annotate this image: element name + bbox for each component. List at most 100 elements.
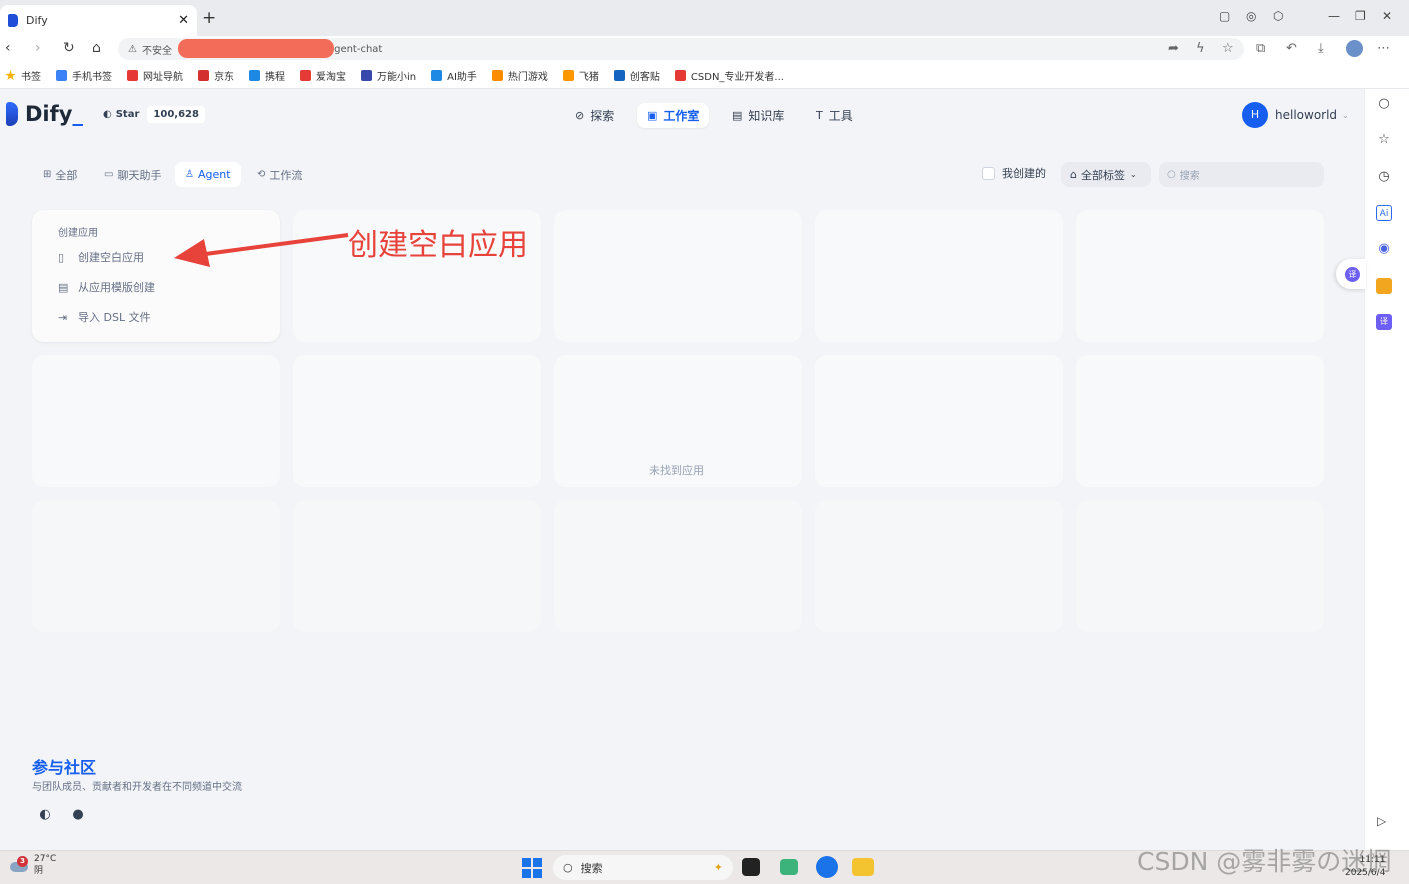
nav-knowledge[interactable]: ▤ 知识库	[722, 103, 794, 128]
bookmark-item[interactable]: 网址导航	[127, 68, 183, 83]
translate-icon: 译	[1345, 267, 1360, 282]
tab-workflow[interactable]: ⟲ 工作流	[247, 162, 312, 187]
import-dsl-button[interactable]: ⇥ 导入 DSL 文件	[58, 308, 280, 326]
create-from-template-button[interactable]: ▤ 从应用模版创建	[58, 278, 280, 296]
home-icon[interactable]: ⌂	[92, 40, 101, 56]
logo-text: Dify	[25, 102, 73, 126]
close-window-button[interactable]: ✕	[1382, 9, 1392, 23]
avatar: H	[1242, 102, 1268, 128]
bookmark-item[interactable]: 携程	[249, 68, 285, 83]
windows-start-button[interactable]	[522, 858, 542, 878]
import-dsl-label: 导入 DSL 文件	[78, 311, 151, 324]
bookmark-item[interactable]: 爱淘宝	[300, 68, 346, 83]
nav-studio[interactable]: ▣ 工作室	[637, 103, 710, 128]
minimize-button[interactable]: —	[1328, 9, 1340, 23]
browser-tab[interactable]: Dify ✕	[0, 5, 197, 36]
reload-icon[interactable]: ↻	[63, 40, 75, 56]
discord-icon[interactable]: ●	[70, 807, 86, 823]
dify-logo[interactable]: Dify _	[6, 102, 83, 126]
nav-knowledge-label: 知识库	[748, 109, 785, 123]
nav-explore-label: 探索	[590, 109, 615, 123]
robot-icon: ▣	[647, 109, 658, 122]
more-menu-icon[interactable]: ⋯	[1377, 41, 1390, 56]
browser-right-sidebar	[1364, 89, 1409, 850]
sidebar-toolbox-icon[interactable]	[1376, 278, 1392, 294]
bookmark-item[interactable]: CSDN_专业开发者...	[674, 68, 784, 83]
bookmark-item[interactable]: 京东	[198, 68, 234, 83]
tab-search-icon[interactable]: ▢	[1219, 9, 1230, 23]
sidebar-ai-icon[interactable]: Ai	[1376, 205, 1392, 221]
bookmark-favicon-icon	[361, 70, 372, 81]
lightning-icon[interactable]: ϟ	[1196, 41, 1205, 56]
chevron-down-icon: ⌄	[1129, 170, 1137, 179]
app-search-input[interactable]: ○ 搜索	[1159, 162, 1324, 187]
tab-agent[interactable]: ♙ Agent	[175, 162, 241, 187]
github-star-button[interactable]: ◐ Star 100,628	[103, 104, 205, 125]
star-bookmark-icon[interactable]: ☆	[1222, 41, 1234, 56]
bookmark-favicon-icon	[249, 70, 260, 81]
taskbar-app-icon[interactable]	[780, 859, 798, 875]
app-card-placeholder	[32, 355, 280, 487]
created-by-me-filter[interactable]: 我创建的	[982, 165, 1046, 181]
app-card-placeholder	[1076, 500, 1324, 632]
account-avatar-icon[interactable]	[1346, 40, 1363, 57]
taskbar-clock[interactable]: 11:11 2025/6/4	[1345, 854, 1385, 880]
taskbar-browser-icon[interactable]	[816, 856, 838, 878]
tab-agent-label: Agent	[197, 168, 231, 181]
sidebar-translate-icon[interactable]: 译	[1376, 314, 1392, 330]
nav-explore[interactable]: ⊘ 探索	[565, 103, 624, 128]
sidebar-collapse-icon[interactable]: ▷	[1377, 814, 1386, 828]
weather-desc: 阴	[34, 866, 44, 876]
share-icon[interactable]: ➦	[1168, 41, 1179, 56]
bookmark-item[interactable]: 飞猪	[562, 68, 599, 83]
undo-icon[interactable]: ↶	[1286, 41, 1297, 56]
tag-filter-select[interactable]: ⌂ 全部标签 ⌄	[1061, 162, 1151, 187]
forward-icon[interactable]: ›	[35, 40, 41, 56]
github-icon[interactable]: ◐	[37, 807, 53, 823]
download-icon[interactable]: ⤓	[1318, 41, 1324, 56]
workflow-icon: ⟲	[257, 169, 266, 180]
taskbar-folder-icon[interactable]	[852, 858, 874, 876]
bookmark-favicon-icon	[431, 70, 443, 81]
tab-all[interactable]: ⊞ 全部	[33, 162, 87, 187]
bookmark-favicon-icon	[127, 70, 138, 81]
floating-translate-button[interactable]: 译	[1336, 259, 1366, 289]
bookmark-favicon-icon	[613, 70, 625, 81]
tab-chat-assistant[interactable]: ▭ 聊天助手	[94, 162, 171, 187]
app-card-placeholder	[293, 500, 541, 632]
created-by-me-checkbox[interactable]	[982, 166, 995, 180]
tag-icon: ⌂	[1070, 168, 1077, 181]
sidebar-favorites-icon[interactable]: ☆	[1376, 132, 1392, 148]
bookmark-item[interactable]: 书签	[5, 68, 41, 83]
bookmark-item[interactable]: AI助手	[431, 68, 477, 83]
new-tab-button[interactable]: +	[202, 8, 216, 28]
tab-chat-label: 聊天助手	[117, 168, 162, 182]
chat-icon: ▭	[104, 169, 114, 180]
user-menu[interactable]: H helloworld ⌄	[1242, 102, 1349, 128]
close-tab-icon[interactable]: ✕	[178, 13, 189, 28]
extension-icon[interactable]: ⧉	[1256, 41, 1265, 56]
app-card-placeholder	[293, 355, 541, 487]
sidebar-game-icon[interactable]: ◉	[1376, 241, 1392, 257]
maximize-button[interactable]: ❐	[1355, 9, 1366, 23]
annotation-text: 创建空白应用	[348, 228, 528, 263]
annotation-arrow	[174, 233, 349, 267]
sidebar-search-icon[interactable]: ○	[1376, 96, 1392, 112]
bookmark-item[interactable]: 创客贴	[613, 68, 660, 83]
profile-icon[interactable]: ◎	[1246, 9, 1256, 23]
taskbar-app-icon[interactable]	[742, 858, 760, 876]
tab-title: Dify	[26, 14, 48, 27]
community-title: 参与社区	[32, 758, 97, 777]
bookmark-label: AI助手	[447, 72, 477, 83]
taskbar-search[interactable]: ○ 搜索 ✦	[553, 855, 733, 880]
bookmark-item[interactable]: 万能小in	[361, 68, 416, 83]
sidebar-history-icon[interactable]: ◷	[1376, 169, 1392, 185]
annotation-arrow-shaft	[197, 233, 349, 257]
nav-tools[interactable]: T 工具	[806, 103, 863, 128]
app-card-placeholder	[815, 210, 1063, 342]
bookmark-item[interactable]: 手机书签	[56, 68, 112, 83]
extensions-icon[interactable]: ⬡	[1273, 9, 1283, 23]
back-icon[interactable]: ‹	[5, 40, 11, 56]
weather-widget[interactable]: 3 27°C 阴	[8, 853, 56, 877]
bookmark-item[interactable]: 热门游戏	[491, 68, 548, 83]
